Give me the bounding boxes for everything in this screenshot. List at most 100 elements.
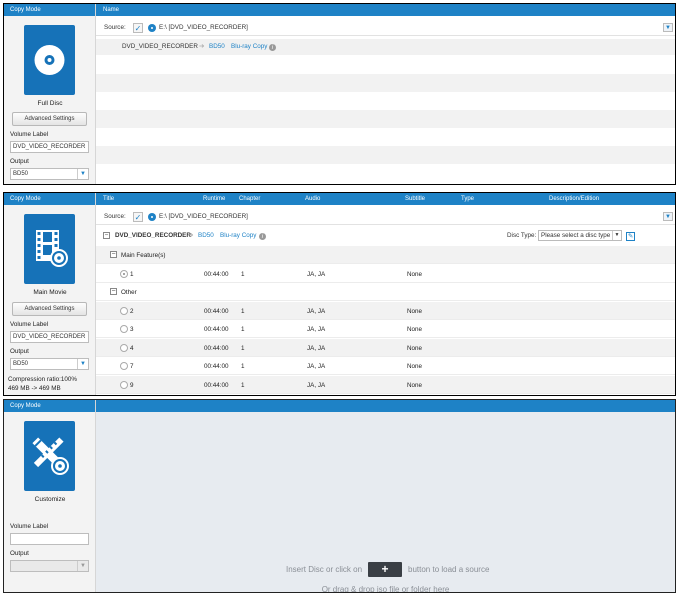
column-subtitle: Subtitle [405, 196, 426, 202]
full-disc-mode-tile[interactable] [24, 25, 75, 95]
output-select[interactable]: ▼ [10, 560, 89, 572]
title-number: 3 [130, 326, 134, 333]
title-radio[interactable] [120, 343, 128, 352]
main-movie-mode-tile[interactable] [24, 214, 75, 284]
title-radio[interactable] [120, 325, 128, 333]
path-target: BD50 [198, 232, 214, 239]
chevron-down-icon: ▼ [77, 169, 88, 179]
check-icon[interactable]: ✓ [133, 23, 143, 33]
subtitle-cell: None [407, 270, 423, 278]
titles-area: Title Runtime Chapter Audio Subtitle Typ… [96, 193, 675, 395]
volume-label-caption: Volume Label [10, 131, 49, 138]
output-path-row: DVD_VIDEO_RECORDER ➔ BD50 Blu-ray Copy i [96, 39, 675, 55]
chevron-down-icon: ▼ [612, 231, 621, 240]
chapter-cell: 1 [241, 326, 245, 333]
column-header: Title Runtime Chapter Audio Subtitle Typ… [96, 193, 675, 205]
title-row[interactable]: 1 00:44:00 1 JA, JA None [96, 264, 675, 283]
path-copy-mode: Blu-ray Copy [231, 43, 268, 50]
advanced-settings-button[interactable]: Advanced Settings [12, 112, 87, 126]
empty-row [96, 56, 675, 74]
source-path: E:\ [DVD_VIDEO_RECORDER] [159, 24, 248, 31]
add-source-button[interactable]: + [368, 562, 402, 577]
title-radio[interactable] [120, 269, 128, 278]
info-icon[interactable]: i [269, 44, 276, 51]
title-row[interactable]: 4 00:44:00 1 JA, JA None [96, 338, 675, 357]
runtime-cell: 00:44:00 [204, 270, 229, 278]
source-path: E:\ [DVD_VIDEO_RECORDER] [159, 213, 248, 220]
source-dropdown-arrow[interactable]: ▼ [663, 23, 673, 32]
copy-mode-header: Copy Mode [4, 400, 95, 412]
output-caption: Output [10, 550, 29, 557]
title-radio[interactable] [120, 306, 128, 315]
copy-mode-header: Copy Mode [4, 4, 95, 16]
customize-mode-tile[interactable] [24, 421, 75, 491]
source-dropdown-arrow[interactable]: ▼ [663, 212, 673, 221]
disc-type-value: Please select a disc type [541, 232, 611, 239]
group-label: Other [121, 289, 137, 296]
full-disc-panel: Copy Mode Full Disc Advanced Settings Vo… [3, 3, 676, 185]
volume-label-input[interactable]: DVD_VIDEO_RECORDER [10, 331, 89, 343]
check-icon[interactable]: ✓ [133, 212, 143, 222]
runtime-cell: 00:44:00 [204, 344, 229, 352]
title-row[interactable]: 3 00:44:00 1 JA, JA None [96, 320, 675, 338]
output-path-row: − DVD_VIDEO_RECORDER ➔ BD50 Blu-ray Copy… [96, 228, 675, 244]
volume-label-caption: Volume Label [10, 321, 49, 328]
runtime-cell: 00:44:00 [204, 363, 229, 370]
copy-mode-sidebar: Copy Mode Full Disc Advanced Settings Vo… [4, 4, 96, 184]
runtime-cell: 00:44:00 [204, 326, 229, 333]
mode-label: Customize [34, 496, 66, 503]
subtitle-cell: None [407, 381, 423, 389]
title-number: 7 [130, 363, 134, 370]
audio-cell: JA, JA [307, 381, 326, 389]
volume-label-input[interactable]: DVD_VIDEO_RECORDER [10, 141, 89, 153]
volume-label-input[interactable] [10, 533, 89, 545]
path-name: DVD_VIDEO_RECORDER [115, 232, 191, 239]
runtime-cell: 00:44:00 [204, 381, 229, 389]
title-number: 9 [130, 381, 134, 389]
column-description: Description/Edition [549, 196, 600, 202]
title-row[interactable]: 2 00:44:00 1 JA, JA None [96, 301, 675, 320]
empty-row [96, 128, 675, 146]
customize-panel: Copy Mode Customize Volume Label Output … [3, 399, 676, 593]
empty-row [96, 164, 675, 182]
title-radio[interactable] [120, 380, 128, 389]
column-title: Title [103, 196, 115, 202]
group-label: Main Feature(s) [121, 252, 166, 259]
collapse-icon[interactable]: − [103, 232, 110, 239]
source-row: Source: ✓ E:\ [DVD_VIDEO_RECORDER] ▼ [96, 20, 675, 36]
title-row[interactable]: 7 00:44:00 1 JA, JA None [96, 357, 675, 375]
audio-cell: JA, JA [307, 307, 326, 315]
chapter-cell: 1 [241, 363, 245, 370]
title-radio[interactable] [120, 362, 128, 370]
subtitle-cell: None [407, 363, 423, 370]
edit-icon[interactable]: ✎ [626, 232, 635, 241]
column-type: Type [461, 196, 475, 202]
runtime-cell: 00:44:00 [204, 307, 229, 315]
disc-icon [148, 213, 156, 221]
subtitle-cell: None [407, 344, 423, 352]
disc-type-select[interactable]: Please select a disc type ▼ [538, 230, 622, 241]
title-number: 1 [130, 270, 134, 278]
output-value: BD50 [13, 171, 29, 177]
collapse-icon[interactable]: − [110, 288, 117, 295]
path-copy-mode: Blu-ray Copy [220, 232, 257, 239]
column-header [96, 400, 675, 412]
audio-cell: JA, JA [307, 344, 326, 352]
title-number: 4 [130, 344, 134, 352]
audio-cell: JA, JA [307, 270, 326, 278]
disc-icon [148, 24, 156, 32]
chapter-cell: 1 [241, 270, 245, 278]
output-select[interactable]: BD50 ▼ [10, 168, 89, 180]
main-feature-group-row: − Main Feature(s) [96, 246, 675, 264]
output-select[interactable]: BD50 ▼ [10, 358, 89, 370]
advanced-settings-button[interactable]: Advanced Settings [12, 302, 87, 316]
info-icon[interactable]: i [259, 233, 266, 240]
empty-source-area[interactable]: Insert Disc or click on + button to load… [96, 412, 675, 592]
audio-cell: JA, JA [307, 326, 326, 333]
disc-icon [34, 45, 65, 75]
title-number: 2 [130, 307, 134, 315]
main-movie-panel: Copy Mode Main Movie Advanced Settings V… [3, 192, 676, 396]
collapse-icon[interactable]: − [110, 251, 117, 258]
title-row[interactable]: 9 00:44:00 1 JA, JA None [96, 375, 675, 394]
disc-type-label: Disc Type: [507, 232, 537, 239]
